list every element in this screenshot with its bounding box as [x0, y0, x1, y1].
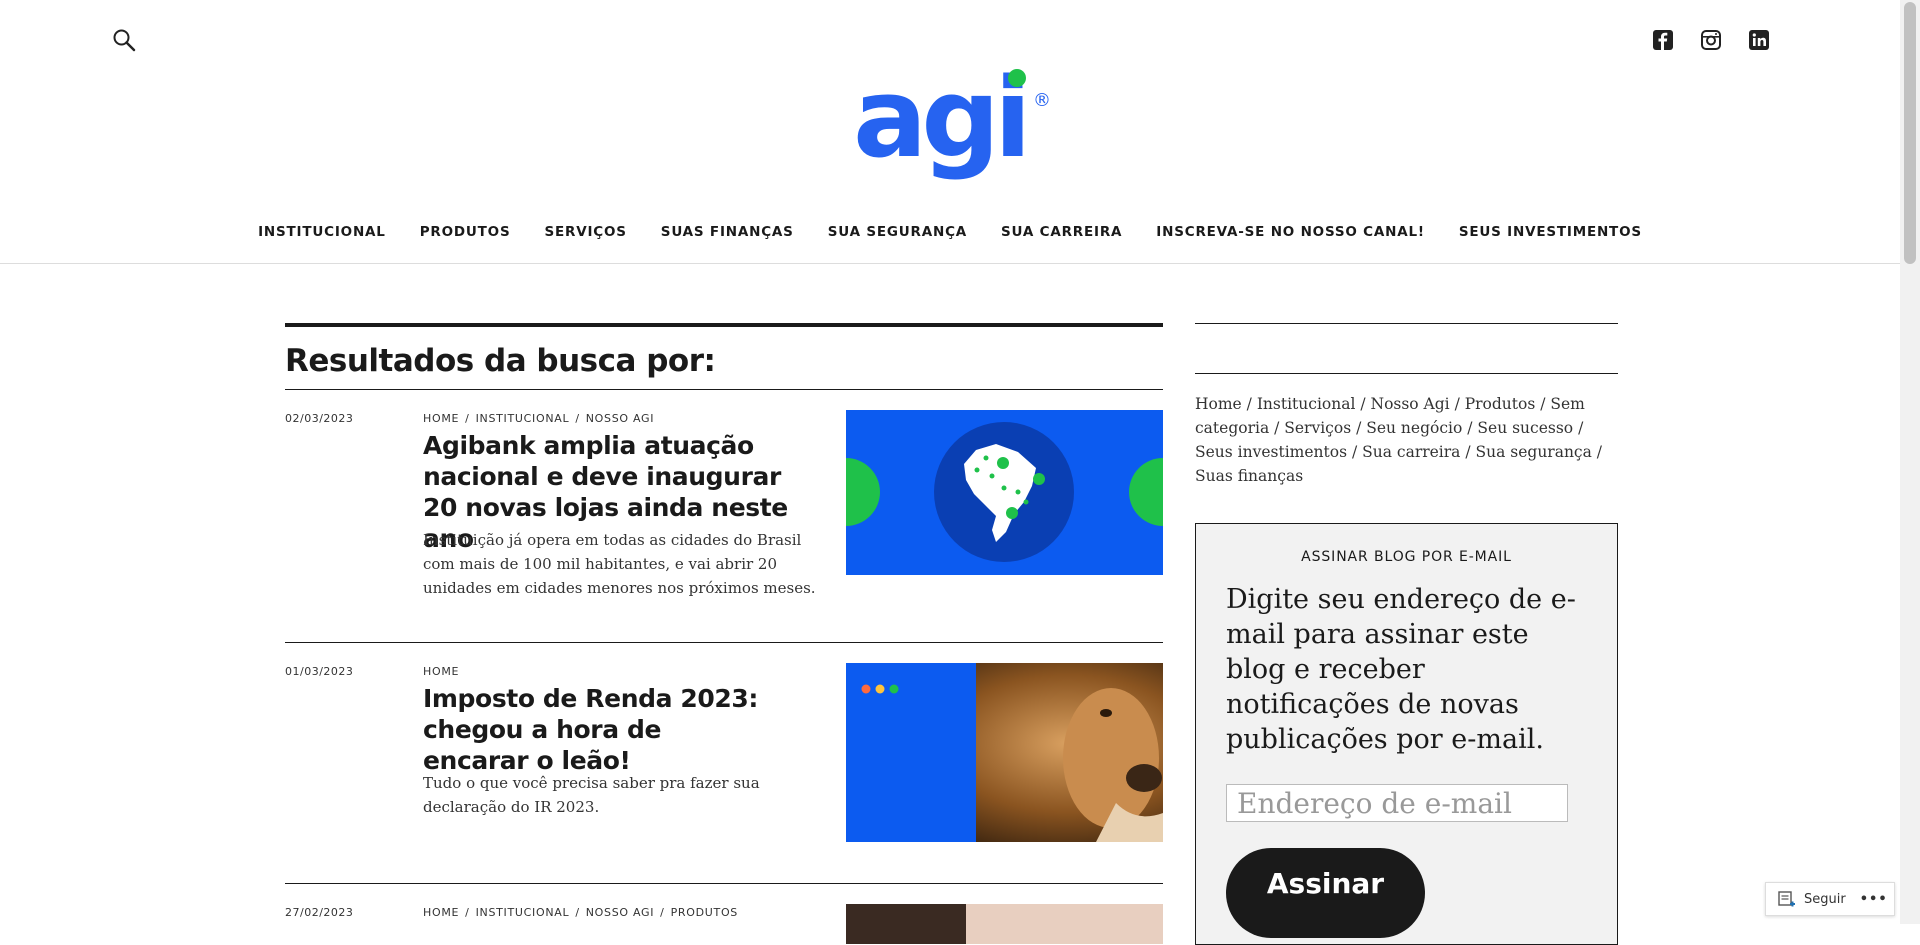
category-link-sua-carreira[interactable]: Sua carreira [1362, 443, 1460, 461]
facebook-icon[interactable] [1652, 29, 1674, 51]
nav-item-sua-seguranca[interactable]: SUA SEGURANÇA [811, 224, 984, 240]
category-link[interactable]: HOME [423, 906, 459, 919]
category-link-seu-sucesso[interactable]: Seu sucesso [1477, 419, 1573, 437]
category-link-suas-financas[interactable]: Suas finanças [1195, 467, 1303, 485]
category-link-seu-negocio[interactable]: Seu negócio [1366, 419, 1462, 437]
post-thumbnail-lion[interactable] [846, 663, 1163, 842]
nav-item-seus-investimentos[interactable]: SEUS INVESTIMENTOS [1442, 224, 1659, 240]
post-categories: HOME [423, 665, 459, 678]
main-nav: INSTITUCIONAL PRODUTOS SERVIÇOS SUAS FIN… [0, 224, 1900, 240]
category-link[interactable]: HOME [423, 665, 459, 678]
svg-text:agi: agi [853, 66, 1026, 182]
category-link[interactable]: HOME [423, 412, 459, 425]
post-date: 01/03/2023 [285, 665, 354, 678]
category-link-institucional[interactable]: Institucional [1257, 395, 1356, 413]
post-title[interactable]: Imposto de Renda 2023: chegou a hora de … [423, 683, 763, 776]
category-link-sua-seguranca[interactable]: Sua segurança [1476, 443, 1592, 461]
scrollbar-thumb[interactable] [1904, 2, 1916, 264]
search-icon[interactable] [112, 28, 136, 52]
category-link-seus-investimentos[interactable]: Seus investimentos [1195, 443, 1347, 461]
category-list: Home / Institucional / Nosso Agi / Produ… [1195, 395, 1603, 485]
svg-text:®: ® [1033, 90, 1051, 111]
nav-item-sua-carreira[interactable]: SUA CARREIRA [984, 224, 1139, 240]
category-link[interactable]: INSTITUCIONAL [476, 412, 570, 425]
post-excerpt: Instituição já opera em todas as cidades… [423, 531, 816, 597]
sidebar-rule [1195, 373, 1618, 374]
category-link-servicos[interactable]: Serviços [1284, 419, 1351, 437]
more-options-button[interactable]: ••• [1860, 892, 1888, 907]
nav-item-suas-financas[interactable]: SUAS FINANÇAS [644, 224, 811, 240]
nav-item-servicos[interactable]: SERVIÇOS [527, 224, 643, 240]
nav-item-institucional[interactable]: INSTITUCIONAL [241, 224, 403, 240]
agi-logo[interactable]: agi ® [853, 66, 1053, 192]
sidebar: Home / Institucional / Nosso Agi / Produ… [1195, 323, 1618, 945]
post-categories: HOME / INSTITUCIONAL / NOSSO AGI [423, 412, 655, 425]
category-link[interactable]: PRODUTOS [671, 906, 738, 919]
subscribe-heading: ASSINAR BLOG POR E-MAIL [1301, 549, 1512, 565]
category-link-nosso-agi[interactable]: Nosso Agi [1371, 395, 1450, 413]
header-divider [0, 263, 1900, 264]
post-thumbnail-brazil-map[interactable] [846, 410, 1163, 575]
subscribe-description: Digite seu endereço de e-mail para assin… [1226, 584, 1576, 755]
title-rule [285, 323, 1163, 327]
follow-widget: Seguir ••• [1765, 882, 1895, 916]
post-categories: HOME / INSTITUCIONAL / NOSSO AGI / PRODUTOS [423, 906, 738, 919]
linkedin-icon[interactable] [1748, 29, 1770, 51]
post-item: 27/02/2023 HOME / INSTITUCIONAL / NOSSO AGI /… [285, 883, 1163, 944]
instagram-icon[interactable] [1700, 29, 1722, 51]
social-links [1652, 29, 1770, 51]
post-excerpt: Tudo o que você precisa saber pra fazer … [423, 774, 760, 816]
post-item: 02/03/2023 HOME / INSTITUCIONAL / NOSSO AGI … [285, 389, 1163, 642]
category-link-produtos[interactable]: Produtos [1465, 395, 1536, 413]
page-scrollbar[interactable] [1900, 0, 1920, 924]
email-subscribe-widget: ASSINAR BLOG POR E-MAIL Digite seu ender… [1195, 523, 1618, 945]
follow-icon [1778, 891, 1795, 907]
post-date: 02/03/2023 [285, 412, 354, 425]
post-thumbnail[interactable] [846, 904, 1163, 944]
subscribe-button[interactable]: Assinar [1226, 848, 1425, 938]
category-link[interactable]: NOSSO AGI [586, 906, 654, 919]
category-link-home[interactable]: Home [1195, 395, 1242, 413]
post-date: 27/02/2023 [285, 906, 354, 919]
follow-button[interactable]: Seguir [1804, 892, 1846, 907]
category-link[interactable]: INSTITUCIONAL [476, 906, 570, 919]
page-title: Resultados da busca por: [285, 343, 716, 379]
email-field[interactable] [1226, 784, 1568, 822]
nav-item-inscreva-se[interactable]: INSCREVA-SE NO NOSSO CANAL! [1139, 224, 1442, 240]
nav-item-produtos[interactable]: PRODUTOS [403, 224, 528, 240]
category-link[interactable]: NOSSO AGI [586, 412, 654, 425]
sidebar-rule [1195, 323, 1618, 324]
post-item: 01/03/2023 HOME Imposto de Renda 2023: c… [285, 642, 1163, 883]
search-results: Resultados da busca por: 02/03/2023 HOME… [285, 323, 1163, 944]
